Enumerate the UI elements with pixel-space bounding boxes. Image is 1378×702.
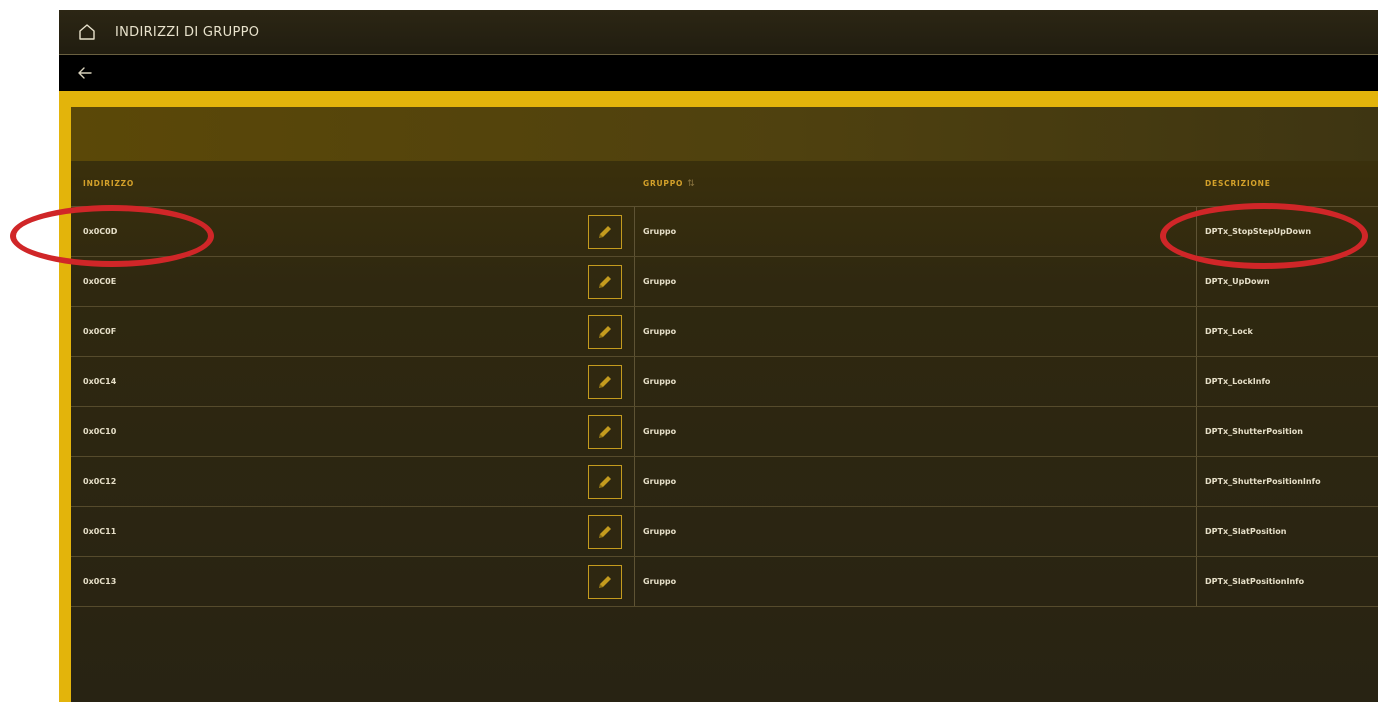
edit-cell <box>587 307 623 356</box>
edit-cell <box>587 507 623 556</box>
column-header-group[interactable]: GRUPPO ⇅ <box>643 179 696 189</box>
address-cell: 0x0C11 <box>83 527 117 536</box>
address-cell: 0x0C12 <box>83 477 117 486</box>
edit-button[interactable] <box>588 464 622 499</box>
page-title: INDIRIZZI DI GRUPPO <box>115 24 260 40</box>
edit-button[interactable] <box>588 314 622 349</box>
column-header-address[interactable]: INDIRIZZO <box>83 179 134 188</box>
group-cell: Gruppo <box>643 277 677 286</box>
column-divider <box>634 257 635 306</box>
column-divider <box>634 457 635 506</box>
home-icon <box>79 24 95 40</box>
edit-cell <box>587 407 623 456</box>
description-cell: DPTx_StopStepUpDown <box>1205 227 1312 236</box>
table-row[interactable]: 0x0C13 Gruppo DPTx_SlatPositionInfo <box>71 557 1378 607</box>
description-cell: DPTx_SlatPositionInfo <box>1205 577 1305 586</box>
table-row[interactable]: 0x0C12 Gruppo DPTx_ShutterPositionInfo <box>71 457 1378 507</box>
edit-button[interactable] <box>588 364 622 399</box>
column-divider <box>634 207 635 256</box>
column-divider <box>634 507 635 556</box>
address-cell: 0x0C0F <box>83 327 117 336</box>
group-address-table: INDIRIZZO GRUPPO ⇅ DESCRIZIONE 0x0C0D Grup… <box>71 161 1378 607</box>
column-divider <box>634 307 635 356</box>
column-header-description[interactable]: DESCRIZIONE <box>1205 179 1271 188</box>
back-arrow-icon <box>78 67 92 79</box>
column-divider <box>1196 457 1197 506</box>
table-body: 0x0C0D Gruppo DPTx_StopStepUpDown 0x0C0E Gru… <box>71 207 1378 607</box>
group-cell: Gruppo <box>643 327 677 336</box>
group-cell: Gruppo <box>643 427 677 436</box>
app-window: INDIRIZZI DI GRUPPO INDIRIZZO GRUPPO ⇅ DE… <box>59 10 1378 702</box>
edit-cell <box>587 357 623 406</box>
column-divider <box>1196 557 1197 606</box>
table-row[interactable]: 0x0C0D Gruppo DPTx_StopStepUpDown <box>71 207 1378 257</box>
address-cell: 0x0C0D <box>83 227 118 236</box>
address-cell: 0x0C10 <box>83 427 117 436</box>
edit-button[interactable] <box>588 564 622 599</box>
column-divider <box>634 407 635 456</box>
pencil-icon <box>599 525 611 538</box>
edit-button[interactable] <box>588 414 622 449</box>
column-divider <box>634 357 635 406</box>
address-cell: 0x0C14 <box>83 377 117 386</box>
sort-icon[interactable]: ⇅ <box>687 179 695 189</box>
description-cell: DPTx_Lock <box>1205 327 1253 336</box>
edit-cell <box>587 207 623 256</box>
nav-bar <box>59 55 1378 91</box>
edit-button[interactable] <box>588 264 622 299</box>
table-row[interactable]: 0x0C0E Gruppo DPTx_UpDown <box>71 257 1378 307</box>
column-divider <box>1196 207 1197 256</box>
group-cell: Gruppo <box>643 527 677 536</box>
panel-header <box>71 107 1378 161</box>
column-divider <box>1196 307 1197 356</box>
table-header: INDIRIZZO GRUPPO ⇅ DESCRIZIONE <box>71 161 1378 207</box>
description-cell: DPTx_SlatPosition <box>1205 527 1287 536</box>
group-cell: Gruppo <box>643 227 677 236</box>
description-cell: DPTx_UpDown <box>1205 277 1270 286</box>
table-row[interactable]: 0x0C14 Gruppo DPTx_LockInfo <box>71 357 1378 407</box>
content-panel: INDIRIZZO GRUPPO ⇅ DESCRIZIONE 0x0C0D Grup… <box>71 107 1378 702</box>
address-cell: 0x0C0E <box>83 277 117 286</box>
pencil-icon <box>599 375 611 388</box>
back-button[interactable] <box>77 63 97 83</box>
edit-button[interactable] <box>588 514 622 549</box>
column-header-group-label: GRUPPO <box>643 179 684 188</box>
pencil-icon <box>599 475 611 488</box>
column-divider <box>1196 257 1197 306</box>
column-divider <box>1196 357 1197 406</box>
pencil-icon <box>599 425 611 438</box>
group-cell: Gruppo <box>643 377 677 386</box>
column-divider <box>634 557 635 606</box>
table-row[interactable]: 0x0C10 Gruppo DPTx_ShutterPosition <box>71 407 1378 457</box>
group-cell: Gruppo <box>643 577 677 586</box>
column-divider <box>1196 507 1197 556</box>
description-cell: DPTx_ShutterPositionInfo <box>1205 477 1321 486</box>
pencil-icon <box>599 225 611 238</box>
edit-button[interactable] <box>588 214 622 249</box>
pencil-icon <box>599 325 611 338</box>
column-divider <box>1196 407 1197 456</box>
home-button[interactable] <box>75 20 99 44</box>
edit-cell <box>587 457 623 506</box>
table-row[interactable]: 0x0C11 Gruppo DPTx_SlatPosition <box>71 507 1378 557</box>
title-bar: INDIRIZZI DI GRUPPO <box>59 10 1378 55</box>
edit-cell <box>587 257 623 306</box>
pencil-icon <box>599 575 611 588</box>
pencil-icon <box>599 275 611 288</box>
description-cell: DPTx_ShutterPosition <box>1205 427 1303 436</box>
description-cell: DPTx_LockInfo <box>1205 377 1271 386</box>
table-row[interactable]: 0x0C0F Gruppo DPTx_Lock <box>71 307 1378 357</box>
address-cell: 0x0C13 <box>83 577 117 586</box>
group-cell: Gruppo <box>643 477 677 486</box>
edit-cell <box>587 557 623 606</box>
